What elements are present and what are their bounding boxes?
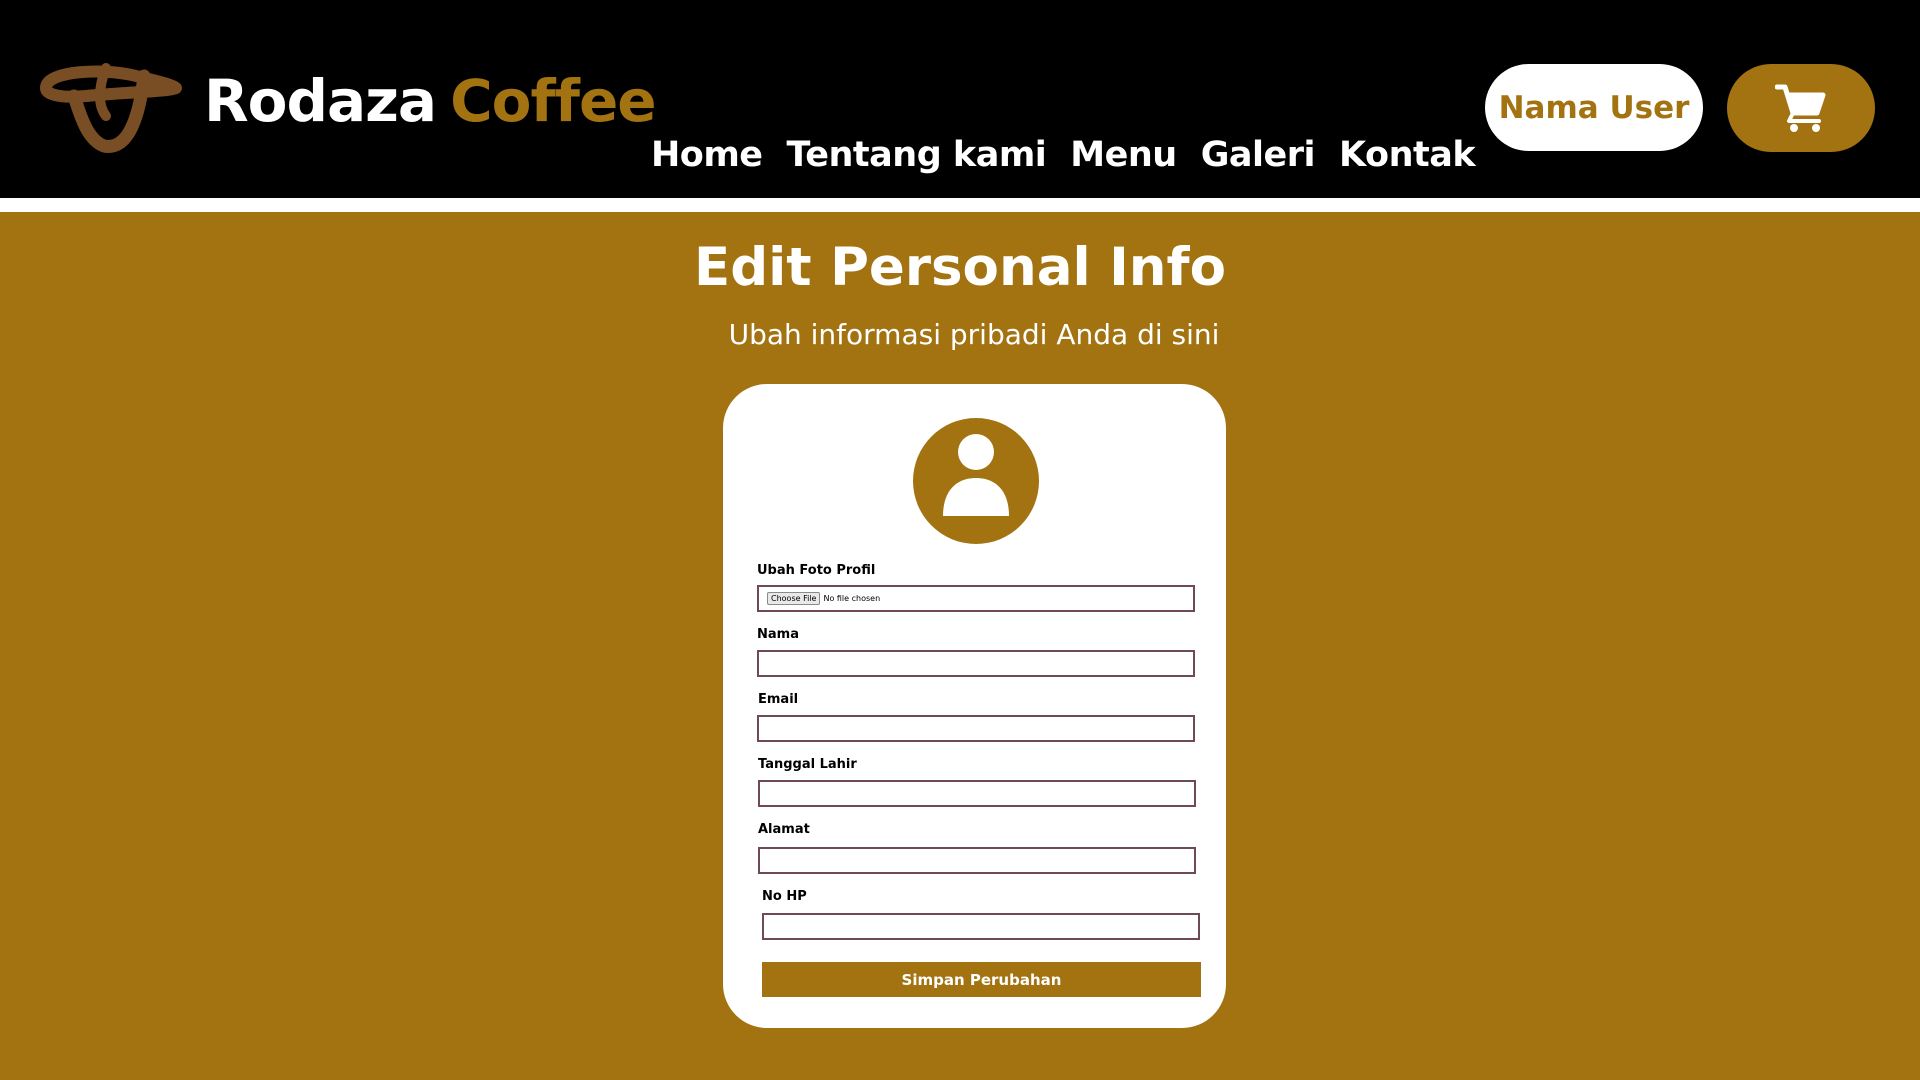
cart-button[interactable]	[1727, 64, 1875, 152]
save-changes-button[interactable]: Simpan Perubahan	[762, 962, 1201, 997]
no-hp-label: No HP	[762, 889, 807, 904]
nama-label: Nama	[757, 627, 799, 642]
nav-link-kontak[interactable]: Kontak	[1339, 128, 1476, 182]
nav-link-home[interactable]: Home	[651, 128, 763, 182]
page-title: Edit Personal Info	[0, 232, 1920, 304]
user-account-button[interactable]: Nama User	[1485, 64, 1703, 151]
no-hp-field[interactable]	[762, 913, 1200, 940]
nav-link-menu[interactable]: Menu	[1070, 128, 1177, 182]
file-status-text: No file chosen	[823, 594, 881, 603]
user-avatar-icon	[913, 418, 1039, 544]
site-header: Rodaza Coffee Home Tentang kami Menu Gale…	[0, 0, 1920, 198]
alamat-label: Alamat	[758, 822, 810, 837]
nav-link-tentang-kami[interactable]: Tentang kami	[787, 128, 1047, 182]
page-subtitle-text: Ubah informasi pribadi Anda di sini	[728, 318, 1220, 351]
cart-icon	[1775, 84, 1826, 132]
brand-name-accent: Coffee	[450, 67, 657, 135]
email-field[interactable]	[757, 715, 1195, 742]
tanggal-lahir-label: Tanggal Lahir	[758, 757, 857, 772]
tanggal-lahir-field[interactable]	[758, 780, 1196, 807]
page-title-text: Edit Personal Info	[693, 237, 1227, 298]
alamat-field[interactable]	[758, 847, 1196, 874]
edit-profile-card: Ubah Foto Profil Choose File No file cho…	[723, 384, 1226, 1028]
profile-photo-file-input[interactable]: Choose File No file chosen	[757, 585, 1195, 612]
brand-name[interactable]: Rodaza Coffee	[204, 62, 657, 140]
nama-field[interactable]	[757, 650, 1195, 677]
nav-link-galeri[interactable]: Galeri	[1201, 128, 1316, 182]
brand-name-primary: Rodaza	[204, 67, 437, 135]
header-divider	[0, 198, 1920, 212]
choose-file-button[interactable]: Choose File	[767, 592, 821, 605]
main-nav: Home Tentang kami Menu Galeri Kontak	[651, 128, 1476, 182]
person-icon	[943, 434, 1009, 516]
coffee-bean-logo-icon[interactable]	[26, 58, 186, 158]
photo-label: Ubah Foto Profil	[757, 563, 876, 578]
email-label: Email	[758, 692, 799, 707]
page-subtitle: Ubah informasi pribadi Anda di sini	[0, 314, 1920, 356]
